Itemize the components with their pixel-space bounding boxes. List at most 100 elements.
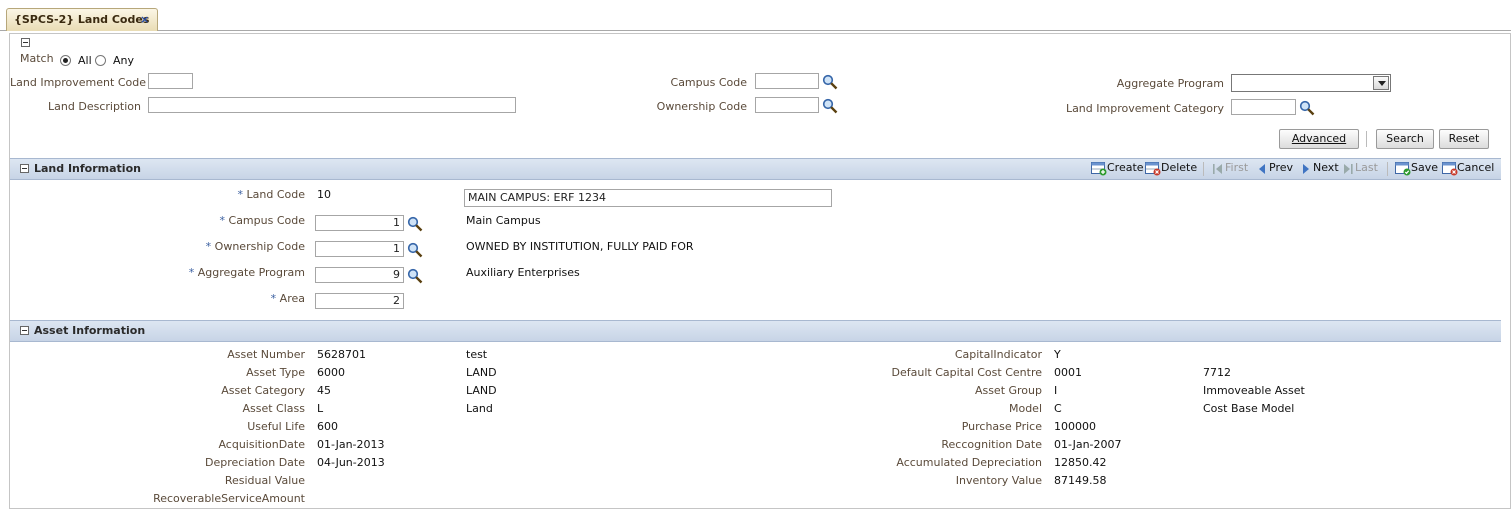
aggregate-program-description: Auxiliary Enterprises	[466, 266, 580, 279]
search-land-improvement-code-input[interactable]	[148, 73, 193, 89]
land-information-header: Land Information Create Delete First Pre…	[10, 158, 1501, 180]
default-capital-cost-centre-label: Default Capital Cost Centre	[891, 366, 1043, 379]
save-button[interactable]: Save	[1411, 161, 1438, 174]
search-button-label: Search	[1386, 132, 1424, 145]
search-aggregate-program-select[interactable]	[1231, 74, 1391, 92]
recoverable-service-amount-label: RecoverableServiceAmount	[153, 492, 305, 505]
campus-code-label-text: Campus Code	[228, 214, 305, 227]
depreciation-date-value: 04-Jun-2013	[317, 456, 385, 469]
acquisition-date-label: AcquisitionDate	[218, 438, 305, 451]
toolbar-separator	[1203, 162, 1204, 176]
chevron-down-icon[interactable]	[1373, 76, 1389, 90]
search-land-improvement-category-input[interactable]	[1231, 99, 1296, 115]
asset-number-value: 5628701	[317, 348, 366, 361]
required-mark: *	[188, 266, 195, 279]
search-campus-code-input[interactable]	[755, 73, 819, 89]
ownership-code-description: OWNED BY INSTITUTION, FULLY PAID FOR	[466, 240, 694, 253]
asset-information-header: Asset Information	[10, 320, 1501, 342]
match-label: Match	[20, 52, 54, 65]
asset-category-value: 45	[317, 384, 331, 397]
asset-class-value: L	[317, 402, 324, 415]
area-input[interactable]: 2	[315, 293, 404, 309]
tab-land-codes[interactable]: {SPCS-2} Land Codes ×	[6, 8, 158, 31]
first-button[interactable]: First	[1225, 161, 1248, 174]
asset-group-desc: Immoveable Asset	[1203, 384, 1305, 397]
ownership-code-search-icon[interactable]	[822, 98, 838, 114]
asset-category-label: Asset Category	[221, 384, 305, 397]
land-code-label-text: Land Code	[246, 188, 305, 201]
asset-information-title: Asset Information	[34, 324, 146, 337]
inventory-value-value: 87149.58	[1054, 474, 1107, 487]
next-button[interactable]: Next	[1313, 161, 1339, 174]
save-icon[interactable]	[1395, 162, 1411, 176]
reset-button[interactable]: Reset	[1439, 129, 1489, 149]
ownership-code-lookup-icon[interactable]	[407, 242, 423, 258]
advanced-button-label: Advanced	[1291, 132, 1347, 145]
aggregate-program-input[interactable]: 9	[315, 267, 404, 283]
asset-information-collapse-icon[interactable]	[20, 326, 29, 335]
recognition-date-value: 01-Jan-2007	[1054, 438, 1122, 451]
search-button[interactable]: Search	[1376, 129, 1434, 149]
capital-indicator-value: Y	[1054, 348, 1061, 361]
search-campus-code-label: Campus Code	[670, 76, 747, 89]
search-land-description-input[interactable]	[148, 97, 516, 113]
required-mark: *	[205, 240, 212, 253]
land-code-label: * Land Code	[150, 188, 305, 201]
prev-button[interactable]: Prev	[1269, 161, 1293, 174]
accumulated-depreciation-value: 12850.42	[1054, 456, 1107, 469]
required-mark: *	[237, 188, 244, 201]
asset-type-desc: LAND	[466, 366, 497, 379]
search-land-improvement-code-label: Land Improvement Code	[10, 76, 146, 89]
cancel-icon[interactable]	[1442, 162, 1458, 176]
asset-group-label: Asset Group	[974, 384, 1042, 397]
residual-value-label: Residual Value	[224, 474, 305, 487]
create-button[interactable]: Create	[1107, 161, 1144, 174]
search-ownership-code-label: Ownership Code	[656, 100, 747, 113]
match-any-radio[interactable]	[95, 55, 106, 66]
campus-code-input[interactable]: 1	[315, 215, 404, 231]
area-label: * Area	[150, 292, 305, 305]
advanced-button[interactable]: Advanced	[1279, 129, 1359, 149]
search-land-improvement-category-label: Land Improvement Category	[1065, 102, 1224, 115]
search-aggregate-program-label: Aggregate Program	[1116, 77, 1224, 90]
tab-bar-divider	[0, 30, 1511, 31]
inventory-value-label: Inventory Value	[955, 474, 1042, 487]
asset-class-desc: Land	[466, 402, 493, 415]
match-all-label: All	[78, 54, 92, 67]
recognition-date-label: Reccognition Date	[941, 438, 1042, 451]
default-capital-cost-centre-value: 0001	[1054, 366, 1082, 379]
cancel-button[interactable]: Cancel	[1457, 161, 1494, 174]
land-improvement-category-search-icon[interactable]	[1299, 100, 1315, 116]
last-button[interactable]: Last	[1355, 161, 1378, 174]
delete-icon[interactable]	[1145, 162, 1161, 176]
search-collapse-icon[interactable]	[21, 38, 30, 47]
land-information-collapse-icon[interactable]	[20, 164, 29, 173]
aggregate-program-label-text: Aggregate Program	[197, 266, 305, 279]
depreciation-date-label: Depreciation Date	[205, 456, 305, 469]
search-ownership-code-input[interactable]	[755, 97, 819, 113]
tab-bar	[0, 0, 1511, 32]
tab-title: {SPCS-2} Land Codes	[14, 13, 150, 26]
accumulated-depreciation-label: Accumulated Depreciation	[896, 456, 1042, 469]
match-all-radio[interactable]	[60, 55, 71, 66]
asset-group-value: I	[1054, 384, 1058, 397]
tab-close-icon[interactable]: ×	[140, 9, 149, 31]
ownership-code-input[interactable]: 1	[315, 241, 404, 257]
match-any-label: Any	[113, 54, 135, 67]
asset-type-label: Asset Type	[246, 366, 305, 379]
asset-type-value: 6000	[317, 366, 345, 379]
campus-code-lookup-icon[interactable]	[407, 216, 423, 232]
aggregate-program-lookup-icon[interactable]	[407, 268, 423, 284]
create-icon[interactable]	[1091, 162, 1107, 176]
land-description-input[interactable]: MAIN CAMPUS: ERF 1234	[464, 189, 832, 207]
ownership-code-label-text: Ownership Code	[214, 240, 305, 253]
campus-code-search-icon[interactable]	[822, 74, 838, 90]
purchase-price-label: Purchase Price	[961, 420, 1042, 433]
land-information-title: Land Information	[34, 162, 141, 175]
ownership-code-label: * Ownership Code	[150, 240, 305, 253]
delete-button[interactable]: Delete	[1161, 161, 1197, 174]
model-desc: Cost Base Model	[1203, 402, 1295, 415]
required-mark: *	[219, 214, 226, 227]
aggregate-program-label: * Aggregate Program	[150, 266, 305, 279]
useful-life-value: 600	[317, 420, 338, 433]
